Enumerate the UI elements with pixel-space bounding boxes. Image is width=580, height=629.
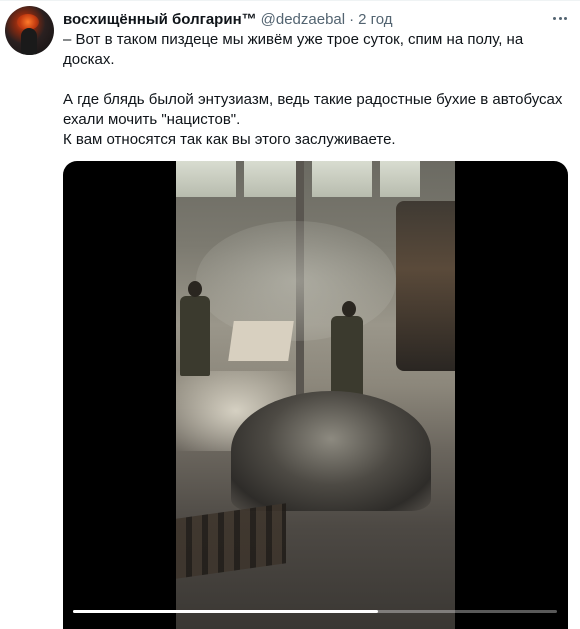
user-handle[interactable]: @dedzaebal — [261, 11, 345, 28]
tweet-text-line-2: А где блядь былой энтузиазм, ведь такие … — [63, 91, 563, 128]
avatar[interactable] — [5, 6, 54, 55]
tweet-text-line-1: – Вот в таком пиздеце мы живём уже трое … — [63, 31, 524, 68]
more-horizontal-icon[interactable] — [550, 8, 570, 28]
tweet-timestamp[interactable]: 2 год — [358, 11, 392, 28]
video-frame[interactable] — [176, 161, 455, 629]
header-separator: · — [349, 10, 355, 28]
video-progress-fill — [73, 610, 378, 613]
tweet[interactable]: восхищённый болгарин™ @dedzaebal · 2 год… — [0, 0, 580, 629]
tweet-video[interactable] — [63, 161, 568, 629]
avatar-figure — [21, 28, 37, 55]
display-name[interactable]: восхищённый болгарин™ — [63, 11, 257, 28]
video-progress-bar[interactable] — [73, 610, 557, 613]
tweet-text: – Вот в таком пиздеце мы живём уже трое … — [63, 30, 563, 150]
tweet-text-line-3: К вам относятся так как вы этого заслужи… — [63, 131, 396, 148]
tweet-header: восхищённый болгарин™ @dedzaebal · 2 год — [63, 9, 393, 29]
